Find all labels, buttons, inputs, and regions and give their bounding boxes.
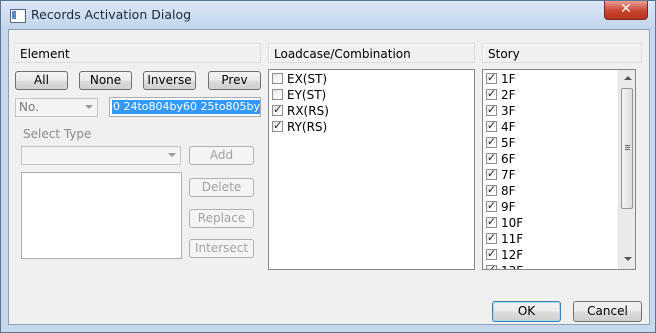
check-mark-icon: ✓ xyxy=(487,103,497,116)
story-item-label: 5F xyxy=(501,136,516,150)
title-bar[interactable]: Records Activation Dialog ✕ xyxy=(1,1,655,29)
dialog-body: Element All None Inverse Prev No. 0 24to… xyxy=(8,29,650,325)
window-title: Records Activation Dialog xyxy=(31,7,192,22)
story-list-scrollbar[interactable] xyxy=(618,70,635,269)
element-selection-input[interactable]: 0 24to804by60 25to805by60 xyxy=(109,97,261,117)
chevron-down-icon xyxy=(168,153,176,157)
list-item-label: RX(RS) xyxy=(287,104,329,118)
window-app-icon xyxy=(10,9,26,23)
story-item-label: 2F xyxy=(501,88,516,102)
check-mark-icon: ✓ xyxy=(273,103,283,116)
checkbox[interactable]: ✓ xyxy=(486,167,497,180)
select-type-label: Select Type xyxy=(23,127,92,141)
story-group-header: Story xyxy=(482,43,642,63)
checkbox[interactable]: ✓ xyxy=(272,103,283,116)
records-activation-dialog: Records Activation Dialog ✕ Element All … xyxy=(0,0,656,333)
story-item-label: 13F xyxy=(501,263,523,269)
intersect-button[interactable]: Intersect xyxy=(189,239,254,258)
story-item-label: 8F xyxy=(501,184,516,198)
checkbox[interactable] xyxy=(272,73,283,84)
story-item-label: 11F xyxy=(501,232,524,246)
replace-button[interactable]: Replace xyxy=(189,209,254,228)
check-mark-icon: ✓ xyxy=(487,167,497,180)
check-mark-icon: ✓ xyxy=(487,119,497,132)
list-item-label: EY(ST) xyxy=(287,88,327,102)
story-item-label: 7F xyxy=(501,168,516,182)
check-mark-icon: ✓ xyxy=(487,215,497,228)
check-mark-icon: ✓ xyxy=(487,151,497,164)
checkbox[interactable]: ✓ xyxy=(486,103,497,116)
selection-mode-combo[interactable]: No. xyxy=(15,98,98,117)
ok-button[interactable]: OK xyxy=(492,301,561,322)
list-item-label: EX(ST) xyxy=(287,72,328,86)
check-mark-icon: ✓ xyxy=(487,71,497,84)
grip-line xyxy=(625,147,630,148)
story-item-label: 6F xyxy=(501,152,516,166)
scrollbar-thumb[interactable] xyxy=(621,88,633,209)
checkbox[interactable]: ✓ xyxy=(486,135,497,148)
delete-button[interactable]: Delete xyxy=(189,178,254,197)
checkbox[interactable]: ✓ xyxy=(272,119,283,132)
select-none-button[interactable]: None xyxy=(79,71,132,90)
checkbox[interactable]: ✓ xyxy=(486,151,497,164)
loadcase-group-header: Loadcase/Combination xyxy=(268,43,475,63)
scroll-down-arrow-icon[interactable] xyxy=(624,257,632,261)
story-item-label: 4F xyxy=(501,120,516,134)
check-mark-icon: ✓ xyxy=(487,183,497,196)
check-mark-icon: ✓ xyxy=(487,135,497,148)
check-mark-icon: ✓ xyxy=(487,87,497,100)
story-list[interactable]: ✓ 1F ✓ 2F ✓ 3F ✓ 4F ✓ 5F ✓ 6F ✓ 7F ✓ 8F ✓ 9F ✓ 10F ✓ 11F ✓ 12F ✓… xyxy=(482,69,636,270)
add-button[interactable]: Add xyxy=(189,146,254,165)
checkbox[interactable]: ✓ xyxy=(486,183,497,196)
story-item-label: 1F xyxy=(501,72,516,86)
previous-selection-button[interactable]: Prev xyxy=(208,71,261,90)
check-mark-icon: ✓ xyxy=(487,199,497,212)
checkbox[interactable]: ✓ xyxy=(486,215,497,228)
check-mark-icon: ✓ xyxy=(273,119,283,132)
grip-line xyxy=(625,149,630,150)
checkbox[interactable]: ✓ xyxy=(486,231,497,244)
checkbox[interactable]: ✓ xyxy=(486,87,497,100)
checkbox[interactable]: ✓ xyxy=(486,263,497,270)
selection-mode-value: No. xyxy=(19,100,39,114)
story-item-label: 9F xyxy=(501,200,516,214)
scroll-up-arrow-icon[interactable] xyxy=(624,76,632,80)
select-type-list[interactable] xyxy=(21,172,182,259)
close-button[interactable]: ✕ xyxy=(604,1,648,20)
checkbox[interactable]: ✓ xyxy=(486,119,497,132)
cancel-button[interactable]: Cancel xyxy=(573,301,642,322)
inverse-selection-button[interactable]: Inverse xyxy=(143,71,196,90)
element-group-header: Element xyxy=(14,43,261,63)
grip-line xyxy=(625,145,630,146)
select-all-button[interactable]: All xyxy=(15,71,68,90)
story-item-label: 3F xyxy=(501,104,516,118)
checkbox[interactable]: ✓ xyxy=(486,247,497,260)
select-type-combo[interactable] xyxy=(21,146,181,165)
element-selection-text: 0 24to804by60 25to805by60 xyxy=(112,100,260,114)
check-mark-icon: ✓ xyxy=(487,231,497,244)
story-item-label: 12F xyxy=(501,248,524,262)
checkbox[interactable]: ✓ xyxy=(486,199,497,212)
chevron-down-icon xyxy=(85,105,93,109)
loadcase-list[interactable]: EX(ST) EY(ST) ✓ RX(RS) ✓ RY(RS) xyxy=(268,69,475,270)
story-item-label: 10F xyxy=(501,216,524,230)
check-mark-icon: ✓ xyxy=(487,263,497,270)
checkbox[interactable] xyxy=(272,89,283,100)
list-item-label: RY(RS) xyxy=(287,120,328,134)
check-mark-icon: ✓ xyxy=(487,247,497,260)
checkbox[interactable]: ✓ xyxy=(486,71,497,84)
